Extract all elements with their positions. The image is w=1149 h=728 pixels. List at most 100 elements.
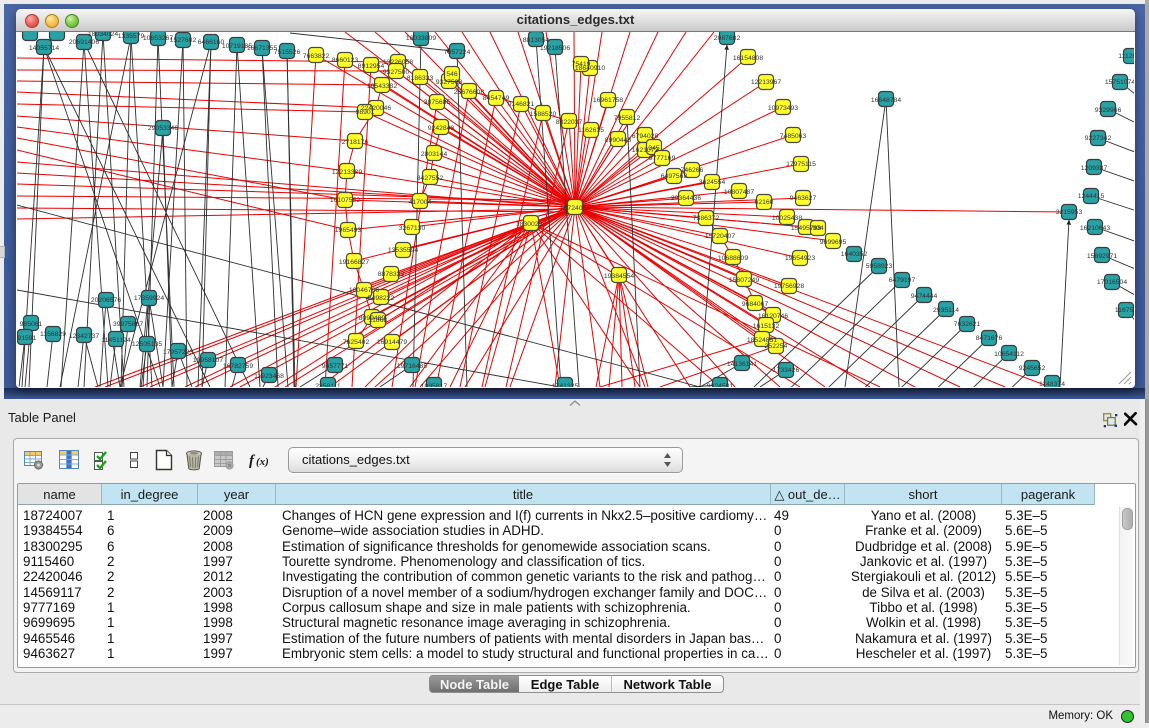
svg-text:26676608: 26676608: [454, 89, 484, 96]
svg-text:7632621: 7632621: [954, 321, 981, 328]
svg-text:1162615: 1162615: [578, 127, 604, 134]
svg-text:14055714: 14055714: [29, 45, 59, 52]
svg-text:16120746: 16120746: [758, 313, 788, 320]
svg-text:15807249: 15807249: [729, 277, 759, 284]
svg-text:8813054: 8813054: [523, 37, 550, 44]
svg-text:391591: 391591: [17, 335, 37, 342]
svg-text:10688609: 10688609: [718, 255, 748, 262]
svg-text:1244415: 1244415: [1078, 193, 1105, 200]
svg-text:345: 345: [648, 145, 660, 152]
svg-text:9245652: 9245652: [1019, 365, 1046, 372]
svg-text:10973493: 10973493: [768, 105, 798, 112]
svg-text:5498222: 5498222: [368, 295, 395, 302]
svg-text:5958923: 5958923: [866, 263, 893, 270]
svg-text:16543382: 16543382: [367, 83, 397, 90]
svg-text:3624554: 3624554: [699, 179, 726, 186]
svg-text:8427552: 8427552: [417, 175, 444, 182]
svg-text:9327508: 9327508: [436, 79, 463, 86]
svg-text:8322037: 8322037: [556, 119, 583, 126]
svg-text:16961758: 16961758: [593, 97, 623, 104]
svg-text:7386372: 7386372: [693, 215, 720, 222]
svg-text:10654112: 10654112: [994, 351, 1024, 358]
svg-text:9657771: 9657771: [322, 363, 349, 370]
svg-text:985061: 985061: [20, 321, 43, 328]
svg-text:2718176: 2718176: [342, 139, 369, 146]
svg-text:19166827: 19166827: [339, 259, 369, 266]
svg-text:19716485: 19716485: [397, 363, 427, 370]
svg-text:18034024: 18034024: [88, 32, 118, 38]
svg-text:10046766: 10046766: [349, 287, 379, 294]
svg-text:7663822: 7663822: [303, 53, 330, 60]
svg-text:10958107: 10958107: [193, 357, 223, 364]
svg-text:98901: 98901: [356, 109, 375, 116]
svg-text:2358111: 2358111: [315, 383, 341, 387]
svg-text:9242848: 9242848: [428, 125, 455, 132]
svg-text:7955812: 7955812: [614, 115, 641, 122]
svg-text:18724007: 18724007: [560, 205, 590, 212]
svg-text:1527602: 1527602: [170, 37, 197, 44]
svg-text:16154808: 16154808: [733, 55, 763, 62]
svg-text:11451194: 11451194: [101, 337, 130, 344]
svg-text:10807487: 10807487: [724, 189, 754, 196]
svg-text:6466160: 6466160: [198, 39, 225, 46]
svg-text:3267130: 3267130: [399, 225, 426, 232]
svg-text:13226058: 13226058: [383, 59, 413, 66]
svg-text:8471676: 8471676: [976, 335, 1003, 342]
svg-text:2087682: 2087682: [714, 35, 741, 42]
svg-text:746266: 746266: [681, 167, 704, 174]
svg-text:9777169: 9777169: [649, 155, 676, 162]
svg-text:9474444: 9474444: [911, 293, 938, 300]
svg-text:546: 546: [446, 71, 458, 78]
svg-text:9684067: 9684067: [742, 301, 769, 308]
svg-text:9146821: 9146821: [508, 101, 535, 108]
svg-text:62160: 62160: [755, 199, 774, 206]
svg-text:9324501: 9324501: [707, 383, 734, 387]
svg-text:15751074: 15751074: [1105, 79, 1134, 86]
svg-text:16033809: 16033809: [406, 35, 436, 42]
svg-text:1156829: 1156829: [40, 331, 66, 338]
svg-text:19654923: 19654923: [785, 255, 815, 262]
svg-text:39975867: 39975867: [113, 321, 143, 328]
svg-text:(x): (x): [256, 456, 269, 468]
svg-text:1148374: 1148374: [1039, 381, 1065, 387]
svg-text:17016504: 17016504: [1097, 279, 1127, 286]
svg-text:12213389: 12213389: [332, 169, 362, 176]
svg-text:7625402: 7625402: [343, 339, 370, 346]
svg-text:19756928: 19756928: [774, 283, 804, 290]
svg-text:7485063: 7485063: [780, 133, 807, 140]
svg-text:417004: 417004: [409, 199, 432, 206]
svg-text:20206576: 20206576: [91, 297, 121, 304]
svg-text:12505135: 12505135: [132, 341, 162, 348]
svg-text:12342737: 12342737: [69, 333, 99, 340]
svg-text:17957223: 17957223: [163, 349, 193, 356]
svg-text:3875685: 3875685: [424, 99, 451, 106]
svg-text:6794028: 6794028: [632, 133, 659, 140]
svg-text:8990448: 8990448: [605, 137, 632, 144]
svg-text:116753: 116753: [1115, 307, 1134, 314]
svg-text:20691406: 20691406: [69, 39, 99, 46]
svg-text:15892971: 15892971: [1087, 253, 1117, 260]
svg-text:1741325: 1741325: [552, 383, 579, 387]
svg-text:9463627: 9463627: [790, 195, 817, 202]
svg-text:17359924: 17359924: [134, 295, 164, 302]
svg-text:1112841: 1112841: [1118, 53, 1134, 60]
svg-text:8878332: 8878332: [378, 271, 405, 278]
svg-text:20364436: 20364436: [671, 195, 701, 202]
svg-text:904: 904: [812, 225, 824, 232]
svg-text:7857224: 7857224: [444, 49, 471, 56]
svg-text:17975115: 17975115: [786, 161, 816, 168]
svg-text:16648784: 16648784: [871, 97, 901, 104]
svg-text:3215953: 3215953: [1056, 209, 1083, 216]
svg-text:10653267: 10653267: [143, 35, 173, 42]
svg-text:8660123: 8660123: [332, 57, 359, 64]
svg-text:16782759: 16782759: [223, 363, 253, 370]
svg-text:1640352: 1640352: [841, 251, 868, 258]
svg-text:9329966: 9329966: [1095, 107, 1122, 114]
svg-text:8186323: 8186323: [407, 75, 434, 82]
svg-text:8454749: 8454749: [483, 95, 510, 102]
svg-text:9699695: 9699695: [820, 239, 847, 246]
svg-text:2803144: 2803144: [421, 151, 448, 158]
svg-text:19218506: 19218506: [540, 45, 570, 52]
svg-text:75419: 75419: [572, 61, 591, 68]
svg-text:252254: 252254: [765, 343, 788, 350]
